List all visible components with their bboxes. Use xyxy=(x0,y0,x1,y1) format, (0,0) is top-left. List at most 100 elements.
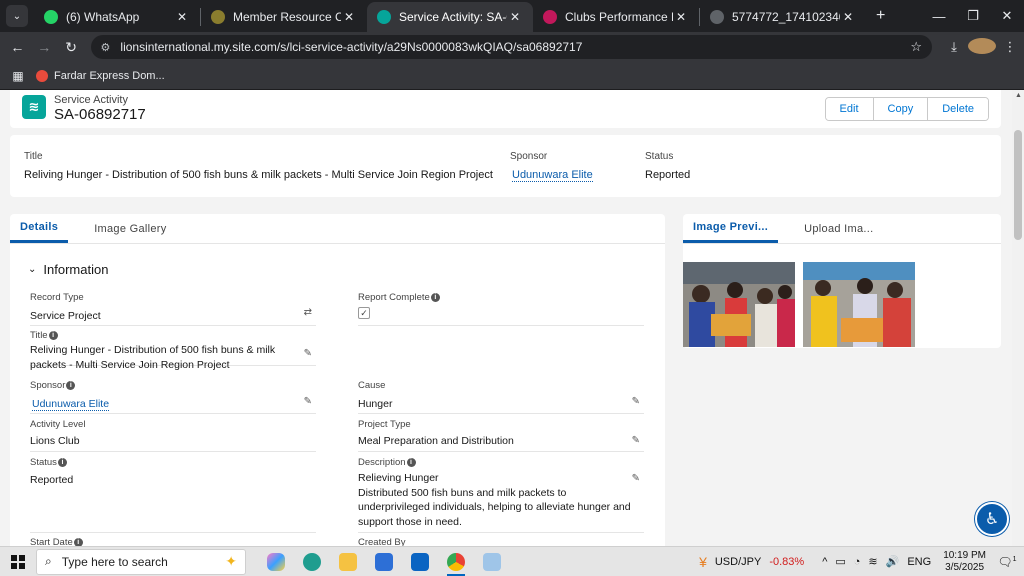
browser-tab-member-resource[interactable]: Member Resource Center | L ✕ xyxy=(201,2,367,32)
apps-grid-icon[interactable]: ▦ xyxy=(0,69,36,83)
windows-logo-icon xyxy=(11,554,25,569)
outlook-app[interactable] xyxy=(402,547,438,576)
field-label: Start Date xyxy=(30,537,73,546)
field-label: Project Type xyxy=(358,419,411,430)
outlook-icon xyxy=(411,552,429,571)
image-thumbnails xyxy=(683,262,915,347)
edit-pencil-icon[interactable]: ✎ xyxy=(304,348,312,359)
field-value: Meal Preparation and Distribution xyxy=(358,435,514,447)
copy-button[interactable]: Copy xyxy=(873,98,929,120)
close-tab-icon[interactable]: ✕ xyxy=(673,10,689,24)
restore-icon[interactable]: ❐ xyxy=(956,8,990,24)
bookmark-label: Fardar Express Dom... xyxy=(54,69,165,82)
back-arrow-icon[interactable]: ← xyxy=(4,39,31,55)
change-record-type-icon[interactable]: ⇄ xyxy=(304,307,312,318)
bookmark-favicon-icon xyxy=(36,69,48,82)
page-scrollbar[interactable]: ▲ xyxy=(1012,90,1024,546)
minimize-icon[interactable]: — xyxy=(922,9,956,24)
accessibility-button[interactable]: ♿ xyxy=(975,502,1009,536)
delete-button[interactable]: Delete xyxy=(928,98,988,120)
section-information-toggle[interactable]: ⌄ Information xyxy=(28,262,108,277)
windows-taskbar: ⌕ Type here to search ✦ ¥ USD/JPY -0.83%… xyxy=(0,546,1024,576)
tab-upload-image[interactable]: Upload Ima... xyxy=(794,214,883,243)
battery-icon[interactable]: ▭ xyxy=(835,555,845,568)
info-icon[interactable]: i xyxy=(57,458,67,467)
field-label: Created By xyxy=(358,537,406,546)
edit-button[interactable]: Edit xyxy=(825,98,874,120)
site-favicon-icon xyxy=(543,10,557,24)
language-indicator[interactable]: ENG xyxy=(907,556,931,568)
scrollbar-thumb[interactable] xyxy=(1014,130,1022,240)
gallery-photo[interactable] xyxy=(803,262,915,347)
store-icon xyxy=(375,552,393,571)
chrome-icon xyxy=(447,552,465,571)
browser-tab-whatsapp[interactable]: (6) WhatsApp ✕ xyxy=(34,2,200,32)
highlight-sponsor-link[interactable]: Udunuwara Elite xyxy=(512,169,593,182)
field-created-by: Created By xyxy=(358,537,644,546)
notifications-icon[interactable]: 🗨1 xyxy=(996,555,1018,569)
field-value: Lions Club xyxy=(30,435,80,447)
chevron-up-icon[interactable]: ^ xyxy=(822,556,827,568)
sponsor-link[interactable]: Udunuwara Elite xyxy=(32,398,110,411)
chrome-app[interactable] xyxy=(438,547,474,576)
info-icon[interactable]: i xyxy=(48,331,58,340)
kebab-menu-icon[interactable]: ⋮ xyxy=(996,39,1024,55)
start-button[interactable] xyxy=(0,554,36,569)
address-bar[interactable]: ⚙ lionsinternational.my.site.com/s/lci-s… xyxy=(90,35,932,59)
close-tab-icon[interactable]: ✕ xyxy=(507,10,523,24)
close-tab-icon[interactable]: ✕ xyxy=(341,10,357,24)
lions-logo-icon xyxy=(211,10,225,24)
details-card: Details Image Gallery ⌄ Information Reco… xyxy=(10,214,665,546)
edit-pencil-icon[interactable]: ✎ xyxy=(632,396,640,407)
edge-app[interactable] xyxy=(294,547,330,576)
field-label: Report Complete xyxy=(358,292,430,303)
ticker-change: -0.83% xyxy=(769,555,805,568)
edit-pencil-icon[interactable]: ✎ xyxy=(304,396,312,407)
highlight-sponsor: Sponsor Udunuwara Elite xyxy=(510,151,593,182)
bookmark-fardar[interactable]: Fardar Express Dom... xyxy=(36,69,165,82)
site-settings-icon[interactable]: ⚙ xyxy=(101,41,111,54)
info-icon[interactable]: i xyxy=(430,293,440,302)
taskbar-search[interactable]: ⌕ Type here to search ✦ xyxy=(36,548,246,575)
clock[interactable]: 10:19 PM 3/5/2025 xyxy=(943,550,986,574)
forward-arrow-icon[interactable]: → xyxy=(31,39,58,55)
info-icon[interactable]: i xyxy=(73,538,83,546)
report-complete-checkbox: ✓ xyxy=(358,307,370,319)
download-icon[interactable]: ⤓ xyxy=(940,39,968,55)
edit-pencil-icon[interactable]: ✎ xyxy=(632,473,640,484)
wifi-icon[interactable]: ≋ xyxy=(868,555,877,568)
close-tab-icon[interactable]: ✕ xyxy=(840,10,856,24)
copilot-app[interactable] xyxy=(258,547,294,576)
tab-image-preview[interactable]: Image Previ... xyxy=(683,214,779,243)
tab-title: 5774772_1741023408_int_re xyxy=(732,10,840,24)
gallery-photo[interactable] xyxy=(683,262,795,347)
scroll-up-icon[interactable]: ▲ xyxy=(1015,92,1022,99)
globe-icon xyxy=(377,10,391,24)
search-icon: ⌕ xyxy=(45,554,52,568)
tab-details[interactable]: Details xyxy=(10,214,69,243)
profile-avatar[interactable] xyxy=(967,37,996,57)
notification-count: 1 xyxy=(1012,555,1017,563)
file-explorer-app[interactable] xyxy=(330,547,366,576)
browser-tab-clubs-performance[interactable]: Clubs Performance Evaluatio ✕ xyxy=(533,2,699,32)
store-app[interactable] xyxy=(366,547,402,576)
tab-image-gallery[interactable]: Image Gallery xyxy=(84,214,176,243)
new-tab-button[interactable]: + xyxy=(876,7,885,25)
close-tab-icon[interactable]: ✕ xyxy=(174,10,190,24)
reload-icon[interactable]: ↻ xyxy=(58,39,85,56)
app-pinned[interactable] xyxy=(474,547,510,576)
tab-search-button[interactable]: ⌄ xyxy=(6,5,28,27)
network-icon[interactable]: ◔ xyxy=(854,556,861,568)
browser-tab-service-activity[interactable]: Service Activity: SA-068927 ✕ xyxy=(367,2,533,32)
browser-tabstrip: ⌄ (6) WhatsApp ✕ Member Resource Center … xyxy=(0,0,1024,32)
close-window-icon[interactable]: ✕ xyxy=(990,8,1024,24)
volume-icon[interactable]: 🔊 xyxy=(886,555,900,568)
currency-ticker[interactable]: ¥ USD/JPY -0.83% xyxy=(699,554,804,570)
info-icon[interactable]: i xyxy=(66,381,76,390)
highlight-status-label: Status xyxy=(645,151,674,162)
tab-title: Clubs Performance Evaluatio xyxy=(565,10,673,24)
bookmark-star-icon[interactable]: ☆ xyxy=(910,39,922,55)
browser-tab-file[interactable]: 5774772_1741023408_int_re ✕ xyxy=(700,2,866,32)
info-icon[interactable]: i xyxy=(406,458,416,467)
edit-pencil-icon[interactable]: ✎ xyxy=(632,435,640,446)
